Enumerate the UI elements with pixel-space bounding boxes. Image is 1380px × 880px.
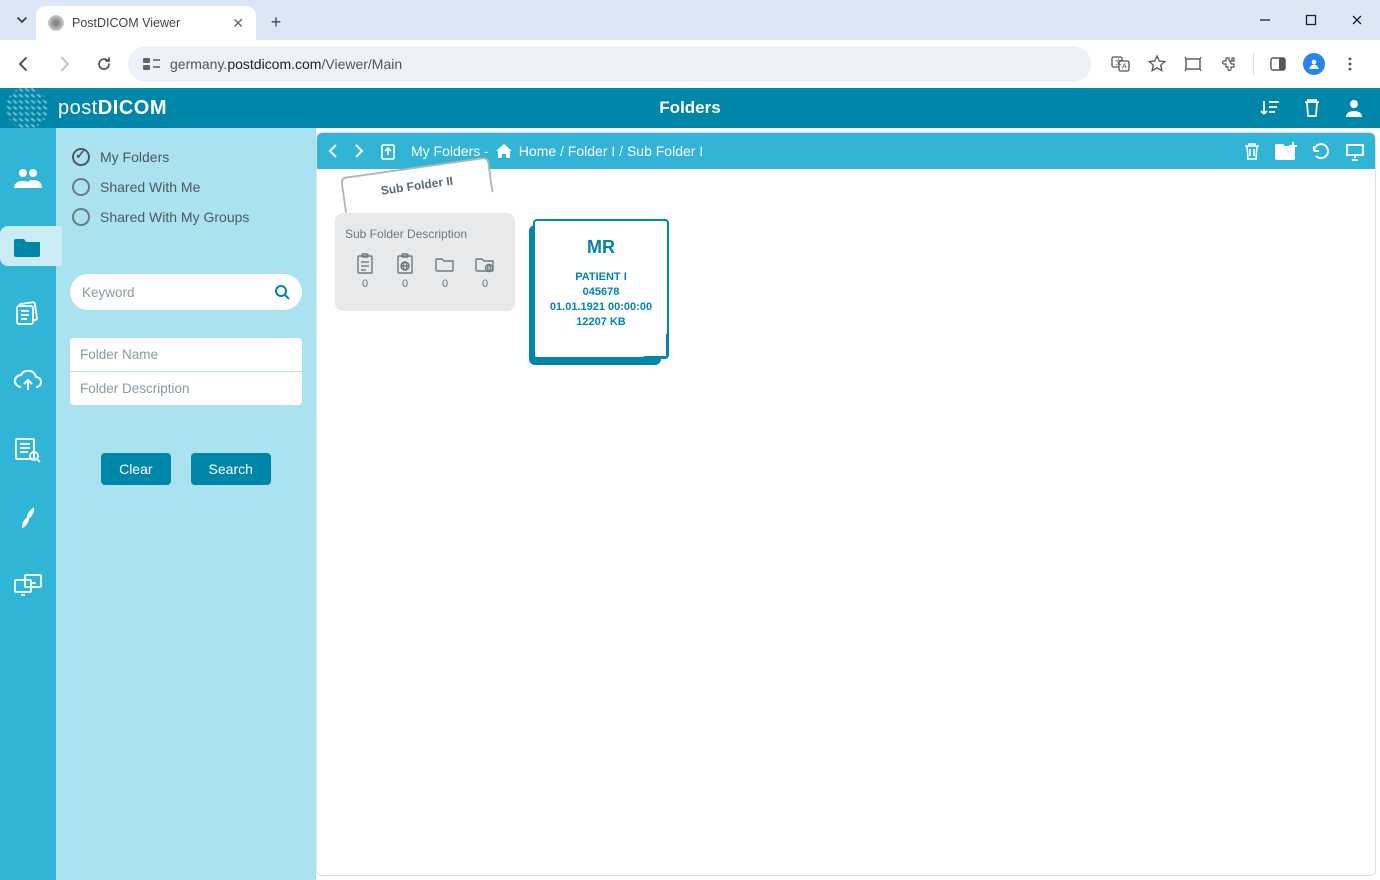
study-datetime: 01.01.1921 00:00:00 bbox=[541, 300, 661, 315]
maximize-button[interactable] bbox=[1288, 0, 1334, 40]
radio-my-folders[interactable]: My Folders bbox=[72, 148, 300, 166]
delete-icon[interactable] bbox=[1243, 141, 1261, 161]
nav-rail bbox=[0, 128, 56, 880]
stat-subfolders: 0 bbox=[434, 253, 456, 290]
app-root: postDICOM Folders My Folders bbox=[0, 88, 1380, 880]
present-icon[interactable] bbox=[1345, 141, 1365, 161]
url-text: germany.postdicom.com/Viewer/Main bbox=[170, 56, 402, 72]
translate-icon[interactable]: 文A bbox=[1105, 48, 1137, 80]
study-id: 045678 bbox=[541, 285, 661, 300]
extensions-icon[interactable] bbox=[1213, 48, 1245, 80]
nav-forward-icon[interactable] bbox=[353, 143, 365, 159]
rail-folders-icon[interactable] bbox=[0, 226, 56, 266]
tab-favicon bbox=[48, 15, 64, 31]
logo[interactable]: postDICOM bbox=[14, 87, 167, 129]
svg-text:A: A bbox=[1122, 64, 1127, 71]
radio-unchecked-icon bbox=[72, 178, 90, 196]
folder-body: Sub Folder Description 0 0 bbox=[335, 213, 515, 311]
study-modality: MR bbox=[541, 237, 661, 258]
page-title: Folders bbox=[659, 98, 720, 118]
breadcrumb[interactable]: My Folders - Home / Folder I / Sub Folde… bbox=[411, 143, 703, 159]
rail-devices-icon[interactable] bbox=[8, 566, 48, 606]
folder-description: Sub Folder Description bbox=[345, 227, 505, 241]
tab-list-dropdown[interactable] bbox=[8, 6, 36, 34]
user-icon[interactable] bbox=[1342, 96, 1366, 120]
fit-icon[interactable] bbox=[1177, 48, 1209, 80]
folder-scope-group: My Folders Shared With Me Shared With My… bbox=[70, 148, 302, 226]
refresh-icon[interactable] bbox=[1311, 141, 1331, 161]
browser-chrome: PostDICOM Viewer ✕ + germany.postdicom.c… bbox=[0, 0, 1380, 88]
new-tab-button[interactable]: + bbox=[262, 8, 290, 36]
clear-button[interactable]: Clear bbox=[101, 453, 170, 485]
radio-label: My Folders bbox=[100, 149, 169, 165]
browser-tab[interactable]: PostDICOM Viewer ✕ bbox=[36, 6, 256, 40]
header-actions bbox=[1258, 96, 1366, 120]
trash-icon[interactable] bbox=[1300, 96, 1324, 120]
folder-desc-input[interactable] bbox=[70, 372, 302, 405]
folder-icon bbox=[434, 253, 456, 275]
browser-toolbar: germany.postdicom.com/Viewer/Main 文A bbox=[0, 40, 1380, 88]
new-folder-icon[interactable] bbox=[1275, 142, 1297, 160]
search-button[interactable]: Search bbox=[191, 453, 271, 485]
folder-filter-box bbox=[70, 338, 302, 405]
radio-shared-with-me[interactable]: Shared With Me bbox=[72, 178, 300, 196]
filter-panel: My Folders Shared With Me Shared With My… bbox=[56, 128, 316, 880]
search-icon[interactable] bbox=[274, 284, 290, 300]
study-card[interactable]: MR PATIENT I 045678 01.01.1921 00:00:00 … bbox=[533, 219, 669, 359]
app-body: My Folders Shared With Me Shared With My… bbox=[0, 128, 1380, 880]
rail-upload-icon[interactable] bbox=[8, 362, 48, 402]
nav-up-icon[interactable] bbox=[379, 142, 397, 160]
forward-button[interactable] bbox=[48, 48, 80, 80]
study-size: 12207 KB bbox=[541, 315, 661, 330]
keyword-input[interactable] bbox=[82, 285, 274, 300]
folder-card[interactable]: Sub Folder II Sub Folder Description 0 0 bbox=[335, 183, 515, 359]
back-button[interactable] bbox=[8, 48, 40, 80]
radio-checked-icon bbox=[72, 148, 90, 166]
rail-worklist-icon[interactable] bbox=[8, 430, 48, 470]
rail-studies-icon[interactable] bbox=[8, 294, 48, 334]
rail-share-icon[interactable] bbox=[8, 498, 48, 538]
study-patient: PATIENT I bbox=[541, 270, 661, 285]
svg-text:文: 文 bbox=[1115, 58, 1122, 67]
stat-web: 0 bbox=[474, 253, 496, 290]
logo-icon bbox=[6, 87, 48, 129]
sidepanel-icon[interactable] bbox=[1262, 48, 1294, 80]
app-header: postDICOM Folders bbox=[0, 88, 1380, 128]
clipboard-icon bbox=[354, 253, 376, 275]
radio-shared-groups[interactable]: Shared With My Groups bbox=[72, 208, 300, 226]
stat-shared: 0 bbox=[394, 253, 416, 290]
profile-icon[interactable] bbox=[1298, 48, 1330, 80]
breadcrumb-prefix: My Folders - bbox=[411, 143, 489, 159]
radio-label: Shared With Me bbox=[100, 179, 200, 195]
keyword-search[interactable] bbox=[70, 274, 302, 310]
folder-name-input[interactable] bbox=[70, 338, 302, 372]
stat-studies: 0 bbox=[354, 253, 376, 290]
sort-icon[interactable] bbox=[1258, 96, 1282, 120]
tab-close-icon[interactable]: ✕ bbox=[232, 15, 244, 32]
menu-icon[interactable] bbox=[1334, 48, 1366, 80]
radio-label: Shared With My Groups bbox=[100, 209, 249, 225]
logo-text: postDICOM bbox=[58, 97, 167, 120]
folder-stats: 0 0 0 0 bbox=[345, 253, 505, 290]
reload-button[interactable] bbox=[88, 48, 120, 80]
nav-back-icon[interactable] bbox=[327, 143, 339, 159]
breadcrumb-path: Home / Folder I / Sub Folder I bbox=[519, 143, 703, 159]
close-window-button[interactable] bbox=[1334, 0, 1380, 40]
filter-buttons: Clear Search bbox=[70, 453, 302, 485]
folder-globe-icon bbox=[474, 253, 496, 275]
main-panel: My Folders - Home / Folder I / Sub Folde… bbox=[316, 132, 1376, 876]
site-settings-icon[interactable] bbox=[142, 54, 162, 74]
minimize-button[interactable] bbox=[1242, 0, 1288, 40]
rail-users-icon[interactable] bbox=[8, 158, 48, 198]
radio-unchecked-icon bbox=[72, 208, 90, 226]
home-icon bbox=[495, 143, 513, 159]
window-controls bbox=[1242, 0, 1380, 40]
address-bar[interactable]: germany.postdicom.com/Viewer/Main bbox=[128, 46, 1091, 82]
bookmark-icon[interactable] bbox=[1141, 48, 1173, 80]
tab-title: PostDICOM Viewer bbox=[72, 16, 224, 30]
tab-strip: PostDICOM Viewer ✕ + bbox=[0, 0, 1380, 40]
globe-clipboard-icon bbox=[394, 253, 416, 275]
content-grid: Sub Folder II Sub Folder Description 0 0 bbox=[317, 169, 1375, 875]
